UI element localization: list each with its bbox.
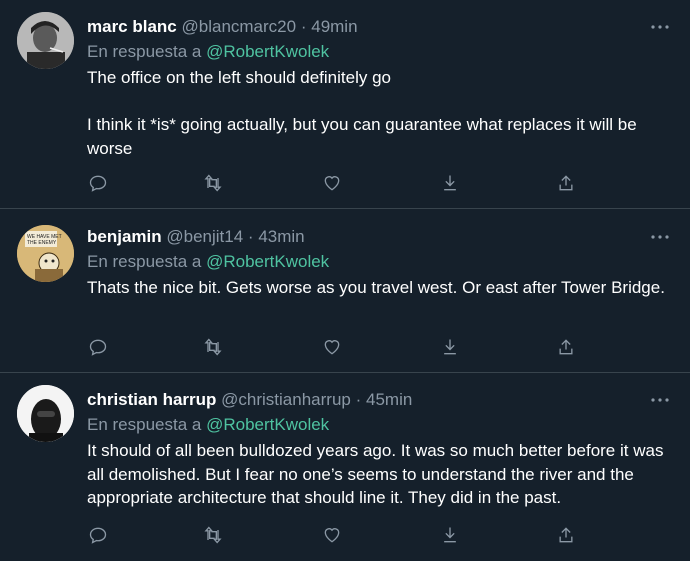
more-icon[interactable]: [650, 390, 670, 410]
display-name[interactable]: christian harrup: [87, 390, 216, 409]
more-icon[interactable]: [650, 17, 670, 37]
tweet-text: Thats the nice bit. Gets worse as you tr…: [87, 278, 665, 297]
reply-prefix: En respuesta a: [87, 252, 202, 271]
reply-prefix: En respuesta a: [87, 415, 202, 434]
handle[interactable]: @christianharrup: [221, 390, 351, 409]
svg-text:THE ENEMY: THE ENEMY: [27, 240, 57, 246]
download-icon[interactable]: [439, 172, 461, 194]
tweet-text: It should of all been bulldozed years ag…: [87, 441, 669, 507]
display-name[interactable]: benjamin: [87, 227, 162, 246]
reply-icon[interactable]: [87, 172, 109, 194]
handle[interactable]: @blancmarc20: [182, 17, 297, 36]
tweet-actions: [87, 172, 587, 194]
share-icon[interactable]: [555, 336, 577, 358]
more-icon[interactable]: [650, 227, 670, 247]
download-icon[interactable]: [439, 524, 461, 546]
retweet-icon[interactable]: [202, 524, 224, 546]
download-icon[interactable]: [439, 336, 461, 358]
handle[interactable]: @benjit14: [166, 227, 243, 246]
timestamp[interactable]: 45min: [366, 390, 412, 409]
tweet-actions: [87, 524, 587, 546]
retweet-icon[interactable]: [202, 172, 224, 194]
reply-prefix: En respuesta a: [87, 42, 202, 61]
separator: ·: [247, 227, 254, 246]
tweet-text: The office on the left should definitely…: [87, 68, 637, 158]
reply-icon[interactable]: [87, 336, 109, 358]
like-icon[interactable]: [321, 524, 343, 546]
avatar[interactable]: [17, 12, 74, 69]
display-name[interactable]: marc blanc: [87, 17, 177, 36]
separator: ·: [355, 390, 362, 409]
reply-mention[interactable]: @RobertKwolek: [206, 252, 329, 271]
tweet-1[interactable]: marc blanc @blancmarc20 · 49min En respu…: [0, 0, 690, 209]
tweet-3[interactable]: christian harrup @christianharrup · 45mi…: [0, 373, 690, 561]
tweet-2[interactable]: WE HAVE MET THE ENEMY benjamin @benjit14…: [0, 209, 690, 373]
separator: ·: [300, 17, 307, 36]
timestamp[interactable]: 49min: [311, 17, 357, 36]
avatar[interactable]: WE HAVE MET THE ENEMY: [17, 225, 74, 282]
tweet-actions: [87, 336, 587, 358]
like-icon[interactable]: [321, 172, 343, 194]
reply-mention[interactable]: @RobertKwolek: [206, 415, 329, 434]
reply-mention[interactable]: @RobertKwolek: [206, 42, 329, 61]
share-icon[interactable]: [555, 524, 577, 546]
timestamp[interactable]: 43min: [258, 227, 304, 246]
retweet-icon[interactable]: [202, 336, 224, 358]
avatar[interactable]: [17, 385, 74, 442]
like-icon[interactable]: [321, 336, 343, 358]
reply-icon[interactable]: [87, 524, 109, 546]
share-icon[interactable]: [555, 172, 577, 194]
